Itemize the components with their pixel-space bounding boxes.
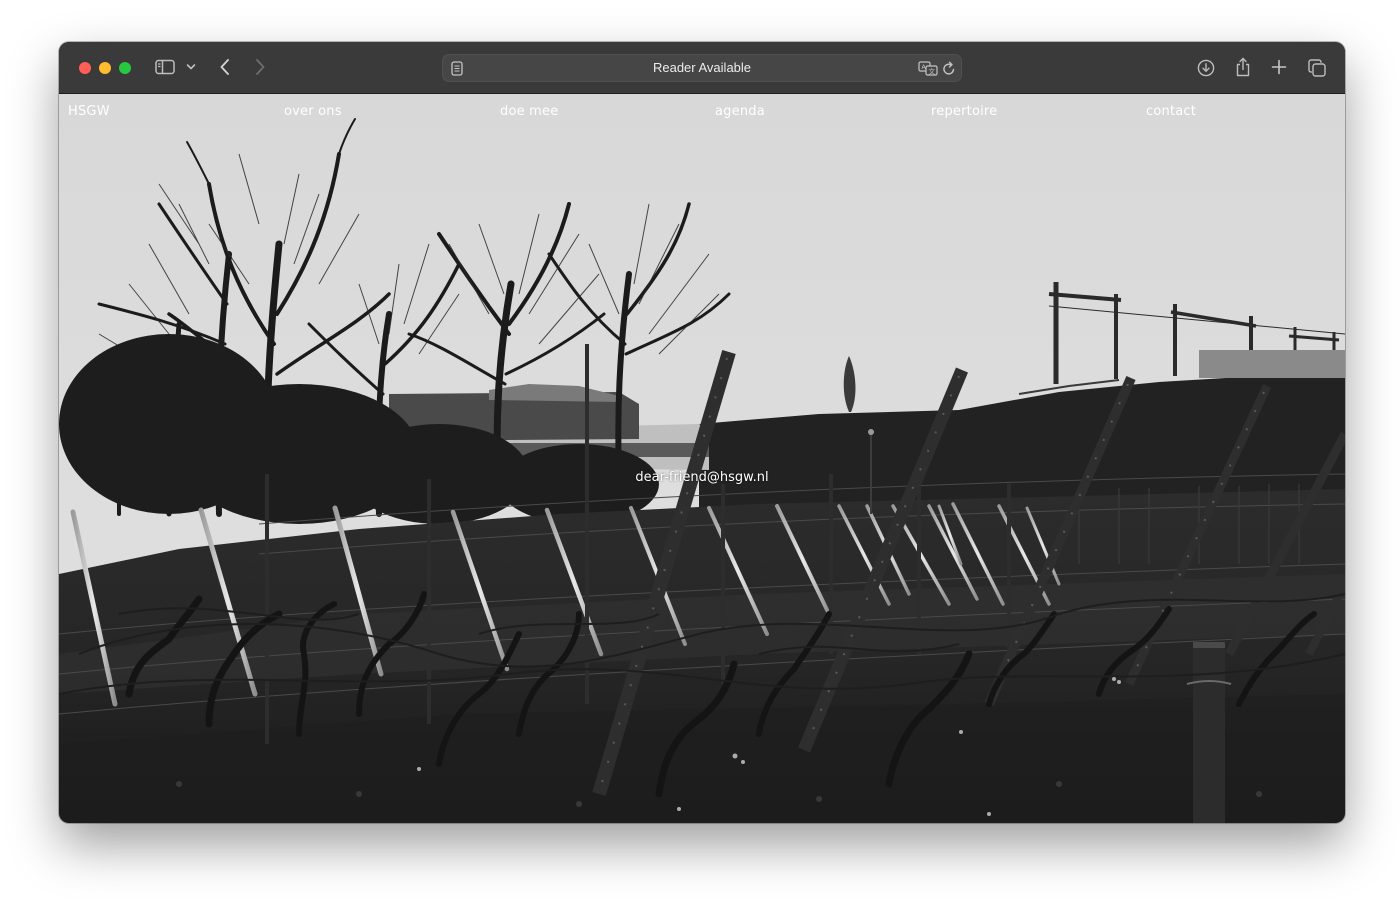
nav-doe-mee[interactable]: doe mee — [500, 104, 558, 119]
zoom-window-button[interactable] — [119, 62, 131, 74]
tab-overview-icon[interactable] — [1307, 58, 1326, 77]
nav-repertoire[interactable]: repertoire — [931, 104, 997, 119]
address-text[interactable]: Reader Available — [443, 55, 961, 81]
chevron-left-icon[interactable] — [218, 57, 232, 77]
web-content: H LB — [59, 94, 1345, 823]
svg-text:A: A — [921, 63, 926, 71]
reload-icon[interactable] — [941, 60, 957, 76]
download-icon[interactable] — [1197, 58, 1215, 78]
contact-email-link[interactable]: dear-friend@hsgw.nl — [59, 470, 1345, 485]
hero-image: H LB — [59, 94, 1345, 823]
browser-toolbar: Reader Available A文 — [59, 42, 1345, 94]
minimize-window-button[interactable] — [99, 62, 111, 74]
share-icon[interactable] — [1234, 56, 1252, 78]
address-bar[interactable]: Reader Available A文 — [442, 54, 962, 82]
sidebar-icon[interactable] — [155, 58, 175, 76]
svg-text:文: 文 — [929, 66, 936, 75]
close-window-button[interactable] — [79, 62, 91, 74]
site-navigation: HSGW over ons doe mee agenda repertoire … — [59, 94, 1345, 128]
nav-home-logo[interactable]: HSGW — [68, 104, 110, 119]
plus-icon[interactable] — [1271, 59, 1287, 75]
browser-window: Reader Available A文 HSGW over ons doe me… — [59, 42, 1345, 823]
chevron-right-icon[interactable] — [253, 57, 267, 77]
nav-agenda[interactable]: agenda — [715, 104, 765, 119]
translate-icon[interactable]: A文 — [918, 60, 938, 76]
chevron-down-icon[interactable] — [186, 61, 196, 73]
nav-contact[interactable]: contact — [1146, 104, 1196, 119]
nav-over-ons[interactable]: over ons — [284, 104, 342, 119]
